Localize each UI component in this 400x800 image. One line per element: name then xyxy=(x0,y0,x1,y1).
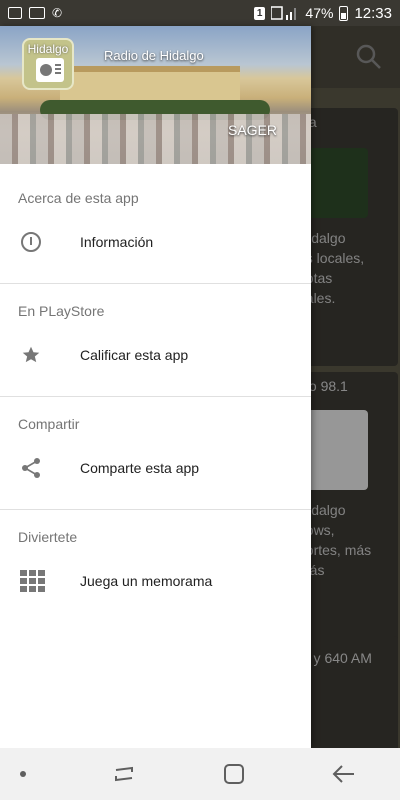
menu-item-label: Información xyxy=(80,234,154,250)
drawer-section-about: Acerca de esta app Información xyxy=(0,164,311,284)
radio-icon xyxy=(36,58,64,82)
hd-icon xyxy=(29,7,45,19)
grid-icon xyxy=(0,570,80,592)
call-forward-icon: ✆ xyxy=(52,6,63,20)
drawer-header-subtitle: SAGER xyxy=(227,122,277,138)
menu-item-label: Calificar esta app xyxy=(80,347,189,363)
menu-item-label: Juega un memorama xyxy=(80,573,213,589)
menu-item-informacion[interactable]: Información xyxy=(0,212,311,272)
app-logo: Hidalgo xyxy=(22,38,74,90)
sim-indicator: 1 xyxy=(253,6,266,20)
home-icon[interactable] xyxy=(223,763,245,785)
drawer-section-playstore: En PLayStore Calificar esta app xyxy=(0,277,311,397)
drawer-header: Hidalgo Radio de Hidalgo SAGER xyxy=(0,26,311,164)
system-nav-bar xyxy=(0,748,400,800)
nav-dot-icon[interactable] xyxy=(19,771,26,777)
status-left-icons: ✆ xyxy=(8,6,62,20)
drawer-section-share: Compartir Comparte esta app xyxy=(0,390,311,510)
navigation-drawer: Hidalgo Radio de Hidalgo SAGER Acerca de… xyxy=(0,26,311,748)
info-icon xyxy=(0,231,80,253)
back-icon[interactable] xyxy=(332,764,356,784)
drawer-section-fun: Diviertete Juega un memorama xyxy=(0,503,311,616)
battery-percent: 47% xyxy=(305,5,334,21)
share-icon xyxy=(0,457,80,479)
drawer-header-title: Radio de Hidalgo xyxy=(104,48,204,63)
image-icon xyxy=(8,7,22,19)
status-bar: ✆ 1 47% 12:33 xyxy=(0,0,400,26)
menu-item-calificar[interactable]: Calificar esta app xyxy=(0,325,311,385)
battery-icon xyxy=(339,5,349,21)
app-logo-text: Hidalgo xyxy=(27,42,69,56)
menu-item-label: Comparte esta app xyxy=(80,460,200,476)
status-right-icons: 1 47% 12:33 xyxy=(253,4,392,22)
star-icon xyxy=(0,344,80,366)
menu-item-comparte[interactable]: Comparte esta app xyxy=(0,438,311,498)
recents-icon[interactable] xyxy=(113,764,135,784)
signal-icon xyxy=(271,6,297,20)
menu-item-memorama[interactable]: Juega un memorama xyxy=(0,551,311,611)
clock: 12:33 xyxy=(354,4,392,22)
